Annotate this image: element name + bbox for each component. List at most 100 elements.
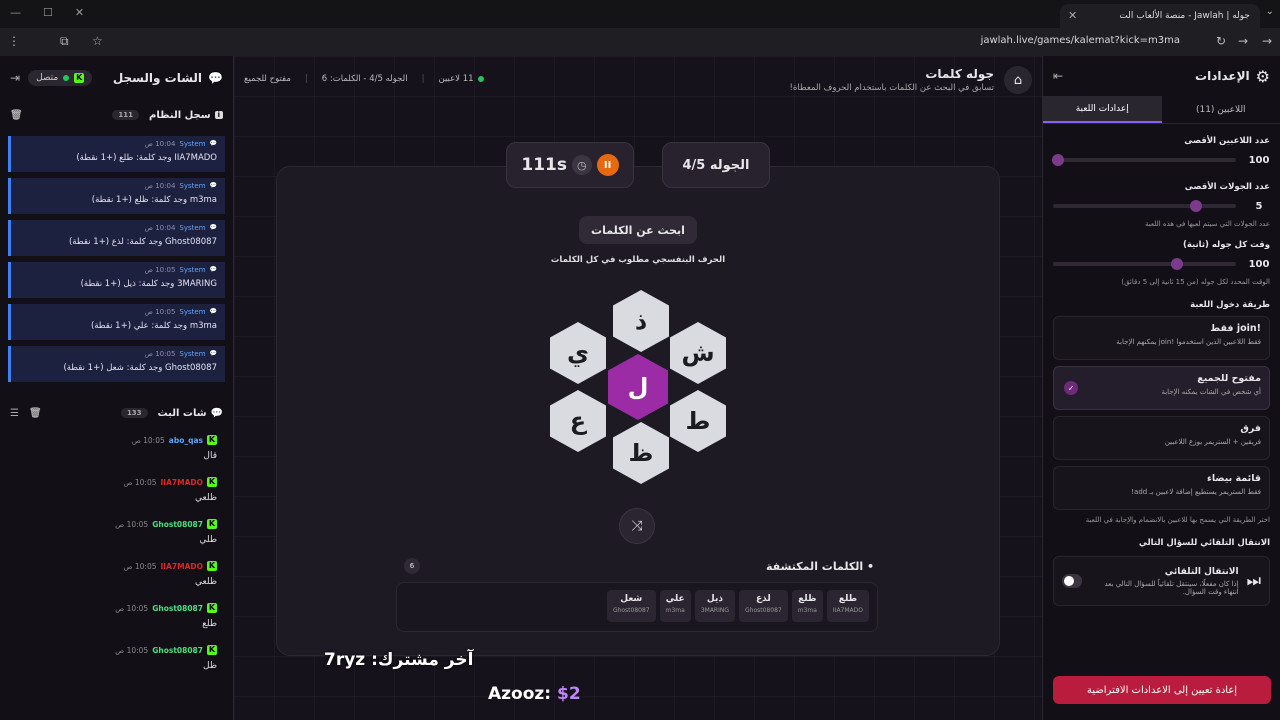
slider-thumb[interactable]: [1189, 200, 1202, 212]
tab-players[interactable]: اللاعبين (11): [1162, 96, 1280, 123]
max-rounds-slider[interactable]: [1053, 200, 1236, 212]
auto-advance-toggle[interactable]: [1062, 574, 1083, 588]
shuffle-button[interactable]: ⤨: [619, 508, 655, 544]
entry-option[interactable]: فرق فريقين + الستريمر يوزع اللاعبين: [1053, 416, 1270, 460]
kick-icon: K: [207, 477, 217, 487]
skip-icon: ⏭: [1246, 571, 1261, 590]
donation-amount: $2: [557, 684, 581, 704]
menu-icon[interactable]: ⋮: [8, 34, 20, 48]
chat-username[interactable]: Ghost08087: [152, 604, 203, 613]
max-players-slider[interactable]: [1052, 154, 1236, 166]
chat-text: ظلعي: [195, 577, 217, 587]
chat-message: K Ghost08087 10:05 ص طلع: [0, 600, 233, 642]
chat-bubble-icon: 💬: [209, 308, 217, 315]
log-time: 10:04 ص: [144, 224, 176, 232]
home-button[interactable]: ⌂: [1004, 66, 1032, 94]
round-label: الجوله 4/5: [662, 142, 770, 188]
game-area: ⌂ جوله كلمات تسابق في البحث عن الكلمات ب…: [234, 56, 1042, 720]
pause-button[interactable]: II: [596, 154, 619, 176]
minimize-icon[interactable]: —: [10, 6, 21, 19]
tab-title: جوله | Jawlah - منصة الألعاب الت: [1119, 11, 1250, 21]
window-controls[interactable]: — ☐ ✕: [10, 6, 84, 19]
auto-advance-label: الانتقال التلقائي للسؤال التالي: [1138, 538, 1270, 548]
slider-thumb[interactable]: [1171, 258, 1184, 270]
chat-username[interactable]: IIA7MADO: [161, 478, 203, 487]
close-window-icon[interactable]: ✕: [75, 6, 84, 19]
found-word: لذع Ghost08087: [739, 590, 788, 622]
bookmark-star-icon[interactable]: ☆: [92, 34, 103, 48]
chat-message: K IIA7MADO 10:05 ص ظلعي: [0, 474, 233, 516]
address-bar: ⋮ ⧉ ☆ jawlah.live/games/kalemat?kick=m3m…: [0, 28, 1280, 56]
round-time-slider[interactable]: [1053, 258, 1236, 270]
entry-method-options: !join فقط فقط اللاعبين الذين استخدموا !jo…: [1043, 316, 1280, 510]
found-word: شعل Ghost08087: [606, 590, 656, 622]
max-players-value: 100: [1248, 154, 1270, 166]
tab-game-settings[interactable]: إعدادات اللعبة: [1043, 96, 1162, 123]
collapse-settings-icon[interactable]: ⇤: [1053, 69, 1063, 83]
found-word-text: ظلع: [798, 594, 817, 604]
entry-option[interactable]: مفتوح للجميع أي شخص في الشات يمكنه الإجاب…: [1053, 366, 1270, 410]
shuffle-icon: ⤨: [631, 518, 643, 534]
back-icon[interactable]: →: [1262, 34, 1272, 48]
chat-username[interactable]: Ghost08087: [152, 520, 203, 529]
tab-bar: — ☐ ✕ + جوله | Jawlah - منصة الألعاب الت…: [0, 0, 1280, 28]
chat-meta: K Ghost08087 10:05 ص: [16, 603, 217, 613]
chat-username[interactable]: abo_qas: [169, 436, 203, 445]
found-word: ظلع m3ma: [791, 590, 823, 622]
auto-advance-box: ⏭ الانتقال التلقائي إذا كان مفعلًا، سينت…: [1053, 556, 1270, 606]
tab-list-icon[interactable]: ⌄: [1266, 6, 1274, 17]
kick-icon: K: [207, 645, 217, 655]
found-word-player: Ghost08087: [612, 607, 650, 614]
kick-icon: K: [207, 603, 217, 613]
round-time-label: وقت كل جوله (ثانية): [1182, 240, 1270, 250]
entry-method-label: طريقة دخول اللعبة: [1190, 300, 1270, 310]
chat-time: 10:05 ص: [131, 435, 165, 445]
max-rounds-label: عدد الجولات الأقصى: [1184, 182, 1270, 192]
game-title-block: جوله كلمات تسابق في البحث عن الكلمات باس…: [789, 67, 994, 93]
last-subscriber-overlay: آخر مشترك: 7ryz: [324, 650, 474, 670]
find-words-label: ابحث عن الكلمات: [579, 216, 697, 244]
max-players-row: 100: [1043, 146, 1280, 174]
found-word: ذيل 3MARING: [694, 590, 736, 622]
trash-icon[interactable]: 🗑: [10, 110, 23, 121]
chat-bubble-icon: 💬: [209, 182, 217, 189]
chat-username[interactable]: Ghost08087: [152, 646, 203, 655]
trash-icon[interactable]: 🗑: [29, 408, 42, 419]
found-words-list: طلع IIA7MADO ظلع m3ma لذع Ghost08087 ذيل 3MARIN…: [396, 582, 878, 632]
collapse-panel-icon[interactable]: ⇥: [10, 71, 20, 85]
stream-chat-header: 💬 شات البث 133 🗑 ☰: [10, 407, 223, 419]
entry-option[interactable]: !join فقط فقط اللاعبين الذين استخدموا !jo…: [1053, 316, 1270, 360]
round-info: الجوله 4/5 - الكلمات: 6: [321, 74, 408, 84]
game-info-bar: 11 لاعبين | الجوله 4/5 - الكلمات: 6 | مف…: [244, 74, 484, 84]
gear-icon: ⚙: [1255, 66, 1270, 86]
home-icon: ⌂: [1013, 72, 1023, 88]
found-word-text: لذع: [756, 594, 771, 604]
log-text: m3ma وجد كلمة: علي (+1 نقطة): [90, 321, 217, 331]
entry-option[interactable]: قائمة بيضاء فقط الستريمر يستطيع إضافة لاع…: [1053, 466, 1270, 510]
settings-header: ⚙ الإعدادات ⇤: [1043, 56, 1280, 96]
chat-message: K IIA7MADO 10:05 ص ظلعي: [0, 558, 233, 600]
slider-thumb[interactable]: [1052, 154, 1065, 166]
chat-bubble-icon: 💬: [209, 266, 217, 273]
reload-icon[interactable]: ↻: [1216, 34, 1226, 48]
log-text: Ghost08087 وجد كلمة: شعل (+1 نقطة): [63, 363, 217, 373]
max-players-label: عدد اللاعبين الأقصى: [1184, 136, 1270, 146]
entry-option-desc: فقط اللاعبين الذين استخدموا !join يمكنهم…: [1116, 338, 1261, 346]
log-time: 10:04 ص: [144, 182, 176, 190]
forward-icon[interactable]: →: [1238, 34, 1248, 48]
round-time-sub: الوقت المحدد لكل جوله (من 15 ثانية إلى 5…: [1121, 278, 1270, 286]
log-meta: 💬 System 10:05 ص: [19, 350, 217, 358]
extension-icon[interactable]: ⧉: [60, 34, 69, 49]
log-item: 💬 System 10:04 ص IIA7MADO وجد كلمة: طلع (+1…: [8, 136, 225, 172]
chat-meta: K Ghost08087 10:05 ص: [16, 519, 217, 529]
browser-tab[interactable]: جوله | Jawlah - منصة الألعاب الت ✕: [1060, 4, 1260, 28]
maximize-icon[interactable]: ☐: [43, 6, 53, 19]
close-tab-icon[interactable]: ✕: [1068, 9, 1077, 22]
reset-defaults-button[interactable]: إعادة تعيين إلى الاعدادات الافتراضية: [1053, 676, 1271, 704]
chat-username[interactable]: IIA7MADO: [161, 562, 203, 571]
chat-text: ظلعي: [195, 493, 217, 503]
timer-text: 111s: [521, 155, 567, 175]
list-icon[interactable]: ☰: [10, 408, 19, 419]
url-text[interactable]: jawlah.live/games/kalemat?kick=m3ma: [981, 35, 1180, 46]
round-time-row: 100: [1043, 250, 1280, 278]
